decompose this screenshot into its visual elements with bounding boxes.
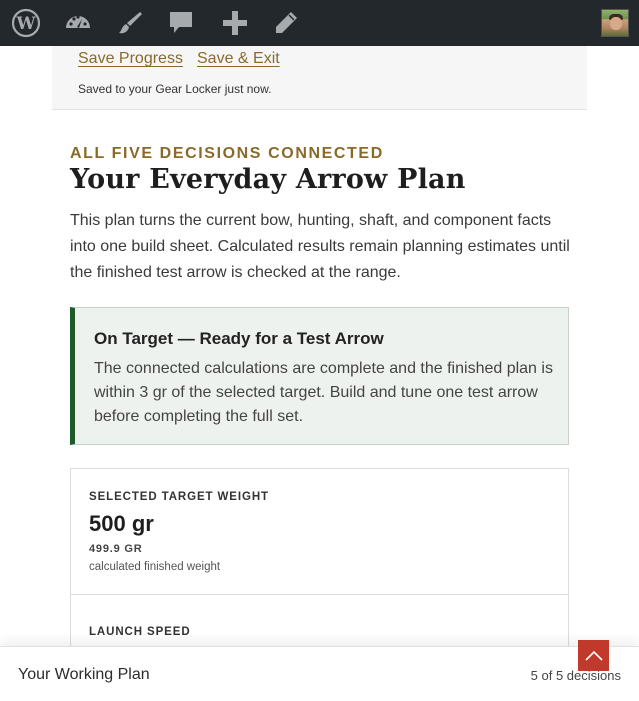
avatar-face <box>610 17 622 30</box>
dashboard-icon[interactable] <box>61 6 95 40</box>
metric-sub-value: 499.9 GR <box>89 543 143 555</box>
comments-icon[interactable] <box>164 6 198 40</box>
admin-bar: W <box>0 0 639 46</box>
metric-note: calculated finished weight <box>89 561 221 573</box>
save-status-text: Saved to your Gear Locker just now. <box>78 82 272 96</box>
notice-title: On Target — Ready for a Test Arrow <box>94 329 384 348</box>
svg-text:W: W <box>15 14 36 34</box>
plan-intro: This plan turns the current bow, hunting… <box>70 212 570 281</box>
wordpress-logo-icon[interactable]: W <box>9 6 43 40</box>
save-exit-link[interactable]: Save & Exit <box>197 50 280 68</box>
plan-eyebrow: ALL FIVE DECISIONS CONNECTED <box>70 145 384 162</box>
metric-card-target-weight: SELECTED TARGET WEIGHT 500 gr 499.9 GR c… <box>70 468 569 595</box>
working-plan-footer[interactable]: Your Working Plan 5 of 5 decisions <box>0 646 639 701</box>
save-panel: Save Progress Save & Exit Saved to your … <box>52 46 587 110</box>
metric-label: SELECTED TARGET WEIGHT <box>89 491 269 503</box>
new-content-plus-icon[interactable] <box>218 6 252 40</box>
status-notice: On Target — Ready for a Test Arrow The c… <box>70 307 569 445</box>
page-title: Your Everyday Arrow Plan <box>70 164 466 195</box>
notice-body: The connected calculations are complete … <box>94 360 553 425</box>
customize-brush-icon[interactable] <box>113 6 147 40</box>
edit-pencil-icon[interactable] <box>269 6 303 40</box>
footer-title: Your Working Plan <box>18 666 150 683</box>
save-progress-link[interactable]: Save Progress <box>78 50 183 68</box>
scroll-to-top-button[interactable] <box>578 640 609 671</box>
user-avatar[interactable] <box>601 9 629 37</box>
chevron-up-icon <box>584 650 603 661</box>
metric-label: LAUNCH SPEED <box>89 626 191 638</box>
metric-value: 500 gr <box>89 511 154 536</box>
